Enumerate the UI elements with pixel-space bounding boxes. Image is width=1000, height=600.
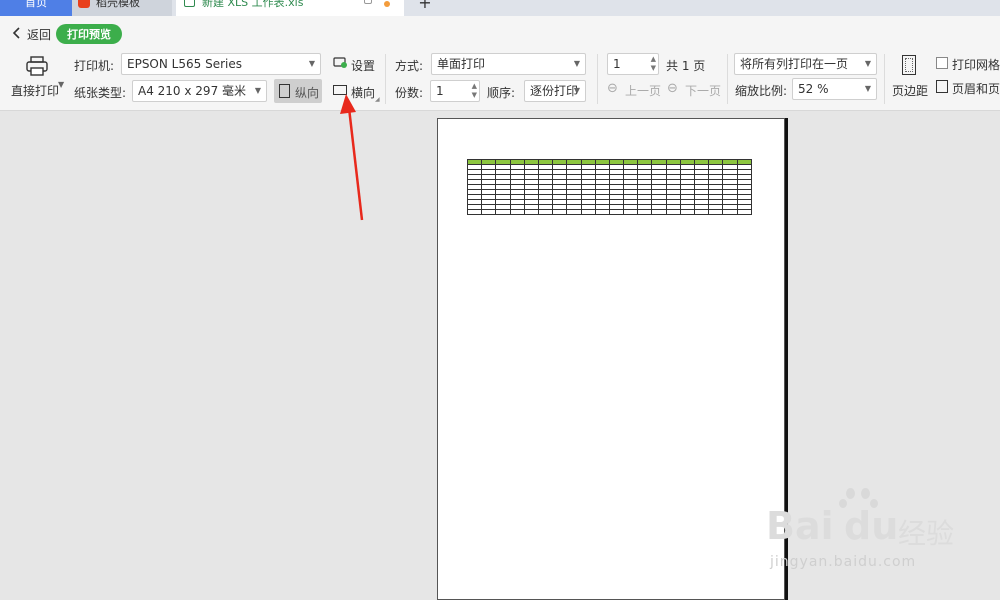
chevron-down-icon: ▼ [254, 86, 261, 95]
paper-type-value: A4 210 x 297 毫米 [138, 84, 247, 98]
watermark-cn: 经验 [898, 517, 955, 550]
new-tab-button[interactable]: + [410, 0, 440, 16]
sheet-cell [566, 209, 582, 215]
toolbar-divider [385, 54, 386, 104]
fit-to-page-value: 将所有列打印在一页 [740, 57, 849, 71]
group-expand-icon[interactable]: ◢ [375, 96, 380, 103]
print-preview-page [437, 118, 785, 600]
sheet-cell [722, 209, 738, 215]
sheet-cell [693, 209, 710, 215]
tab-home[interactable]: 首页 [0, 0, 72, 16]
method-label: 方式: [395, 59, 424, 73]
page-number-stepper[interactable]: 1 ▲ ▼ [607, 53, 659, 75]
back-chevron-icon[interactable] [10, 26, 24, 40]
back-button[interactable]: 返回 [27, 26, 51, 43]
direct-print-button[interactable]: 直接打印 [11, 82, 59, 99]
paper-type-label: 纸张类型: [74, 86, 127, 100]
stepper-arrows-icon[interactable]: ▲ ▼ [651, 55, 656, 73]
sheet-cell [580, 209, 596, 215]
annotation-arrow [340, 94, 364, 221]
sheet-cell [651, 209, 667, 215]
portrait-page-icon [279, 84, 290, 98]
printer-select[interactable]: EPSON L565 Series ▼ [121, 53, 321, 75]
printer-label: 打印机: [74, 59, 115, 73]
chevron-down-icon: ▼ [573, 59, 580, 68]
page-number-value: 1 [613, 57, 621, 71]
margins-icon[interactable] [902, 55, 916, 75]
order-select[interactable]: 逐份打印 ▼ [524, 80, 586, 102]
sheet-cell [495, 209, 511, 215]
print-preview-badge: 打印预览 [56, 24, 122, 44]
order-label: 顺序: [487, 86, 516, 100]
zoom-value: 52 % [798, 82, 829, 96]
copies-label: 份数: [395, 86, 424, 100]
daoke-logo-icon [78, 0, 90, 8]
sheet-cell [665, 209, 681, 215]
settings-button[interactable]: 设置 [351, 57, 375, 74]
tab-xls-label: 新建 XLS 工作表.xls [202, 0, 304, 9]
sheet-cell [466, 209, 483, 215]
tab-daoke-label: 稻壳模板 [96, 0, 140, 9]
sheet-cell [537, 209, 554, 215]
sheet-cell [594, 209, 610, 215]
sheet-cell [637, 209, 653, 215]
sheet-cell [552, 209, 568, 215]
page-total: 共 1 页 [666, 59, 706, 73]
watermark-url: jingyan.baidu.com [770, 554, 917, 570]
printer-select-value: EPSON L565 Series [127, 57, 242, 71]
next-page-icon: ⊖ [667, 81, 678, 96]
sheet-cell [608, 209, 625, 215]
unsaved-dot-icon [384, 1, 390, 7]
sheet-row [466, 209, 753, 215]
margins-button[interactable]: 页边距 [892, 82, 928, 99]
sheet-cell [509, 209, 525, 215]
sheet-cell [623, 209, 639, 215]
zoom-select[interactable]: 52 % ▼ [792, 78, 877, 100]
settings-icon[interactable] [333, 55, 348, 69]
direct-print-caret-icon[interactable]: ▼ [58, 80, 64, 89]
new-tab-label: + [418, 0, 432, 12]
zoom-label: 缩放比例: [735, 84, 788, 98]
chevron-down-icon: ▼ [308, 59, 315, 68]
sheet-cell [523, 209, 539, 215]
printer-icon[interactable] [26, 56, 48, 76]
header-footer-button[interactable]: 页眉和页脚 [952, 80, 1000, 97]
order-value: 逐份打印 [530, 84, 579, 98]
method-value: 单面打印 [437, 57, 486, 71]
prev-page-icon: ⊖ [607, 81, 618, 96]
prev-page-button[interactable]: 上一页 [625, 82, 661, 99]
gridlines-label: 打印网格线 [952, 58, 1000, 72]
fit-to-page-select[interactable]: 将所有列打印在一页 ▼ [734, 53, 877, 75]
stepper-arrows-icon[interactable]: ▲ ▼ [472, 82, 477, 100]
copies-value: 1 [436, 84, 444, 98]
copies-stepper[interactable]: 1 ▲ ▼ [430, 80, 480, 102]
baidu-watermark: Bai du 经验 jingyan.baidu.com [766, 488, 966, 588]
portrait-button[interactable]: 纵向 [274, 79, 322, 103]
gridlines-checkbox[interactable] [936, 57, 948, 69]
sheet-cell [679, 209, 696, 215]
header-footer-icon[interactable] [936, 80, 948, 93]
pin-icon[interactable] [364, 0, 372, 4]
tab-daoke-templates[interactable]: 稻壳模板 [72, 0, 172, 16]
portrait-label: 纵向 [295, 86, 320, 100]
xls-file-icon [184, 0, 195, 7]
chevron-down-icon: ▼ [573, 86, 580, 95]
watermark-brand-du: du [844, 504, 899, 548]
sheet-cell [708, 209, 724, 215]
spreadsheet-preview [466, 159, 753, 215]
paper-type-select[interactable]: A4 210 x 297 毫米 ▼ [132, 80, 267, 102]
toolbar-divider [727, 54, 728, 104]
method-select[interactable]: 单面打印 ▼ [431, 53, 586, 75]
next-page-button[interactable]: 下一页 [685, 82, 721, 99]
watermark-brand: Bai [766, 504, 834, 548]
toolbar-divider [597, 54, 598, 104]
toolbar-divider [884, 54, 885, 104]
chevron-down-icon: ▼ [864, 59, 871, 68]
chevron-down-icon: ▼ [864, 84, 871, 93]
tab-home-label: 首页 [25, 0, 47, 9]
sheet-cell [736, 209, 753, 215]
tab-bar: 首页 稻壳模板 新建 XLS 工作表.xls + [0, 0, 1000, 16]
tab-xls-file[interactable]: 新建 XLS 工作表.xls [176, 0, 404, 16]
sheet-cell [481, 209, 497, 215]
